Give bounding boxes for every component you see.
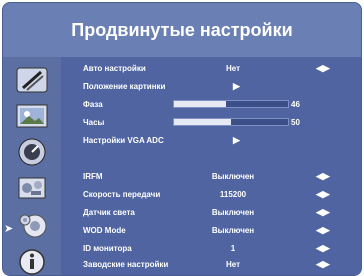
- phase-slider-fill: [174, 101, 227, 107]
- item-value: Выключен: [211, 172, 255, 181]
- item-label: IRFM: [83, 172, 103, 181]
- dial-icon[interactable]: [11, 135, 53, 169]
- sidebar: ➤: [3, 57, 62, 275]
- left-right-arrows-icon[interactable]: ◀▶: [316, 171, 330, 182]
- left-right-arrows-icon[interactable]: ◀▶: [316, 259, 330, 270]
- item-value: 1: [230, 244, 236, 253]
- item-label: Скорость передачи: [83, 190, 161, 199]
- menu-item-factory-reset[interactable]: Заводские настройки Нет ◀▶: [61, 256, 361, 273]
- phase-slider[interactable]: [173, 100, 289, 108]
- settings-icon[interactable]: [11, 171, 53, 205]
- item-value: Нет: [225, 64, 241, 73]
- info-icon[interactable]: [11, 245, 53, 275]
- item-label: Положение картинки: [83, 82, 166, 91]
- menu-item-image-position[interactable]: Положение картинки ▶: [61, 78, 361, 95]
- submenu-arrow-icon[interactable]: ▶: [233, 81, 240, 92]
- item-value: Выключен: [211, 208, 255, 217]
- item-label: ID монитора: [83, 244, 132, 253]
- item-label: WOD Mode: [83, 226, 126, 235]
- left-right-arrows-icon[interactable]: ◀▶: [316, 189, 330, 200]
- item-label: Фаза: [83, 100, 103, 109]
- menu-item-clock[interactable]: Часы 50: [61, 114, 361, 131]
- item-value: Выключен: [211, 226, 255, 235]
- menu-item-phase[interactable]: Фаза 46: [61, 96, 361, 113]
- osd-menu: Продвинутые настройки ➤ Авто настройки Н…: [2, 2, 362, 276]
- item-value: 50: [291, 118, 300, 127]
- menu-item-wod-mode[interactable]: WOD Mode Выключен ◀▶: [61, 222, 361, 239]
- item-value: Нет: [225, 260, 241, 269]
- menu-item-disabled: [61, 150, 361, 167]
- left-right-arrows-icon[interactable]: ◀▶: [316, 225, 330, 236]
- menu-item-light-sensor[interactable]: Датчик света Выключен ◀▶: [61, 204, 361, 221]
- menu-item-baud-rate[interactable]: Скорость передачи 115200 ◀▶: [61, 186, 361, 203]
- item-label: Датчик света: [83, 208, 135, 217]
- menu-item-monitor-id[interactable]: ID монитора 1 ◀▶: [61, 240, 361, 257]
- item-value: 115200: [219, 190, 247, 199]
- settings-panel: Авто настройки Нет ◀▶ Положение картинки…: [61, 57, 361, 275]
- advanced-gear-icon[interactable]: [11, 209, 53, 243]
- menu-item-auto-adjust[interactable]: Авто настройки Нет ◀▶: [61, 60, 361, 77]
- menu-title: Продвинутые настройки: [71, 19, 293, 40]
- item-label: Заводские настройки: [83, 260, 169, 269]
- left-right-arrows-icon[interactable]: ◀▶: [316, 243, 330, 254]
- menu-item-vga-adc[interactable]: Настройки VGA ADC ▶: [61, 132, 361, 149]
- item-label: Настройки VGA ADC: [83, 136, 164, 145]
- left-right-arrows-icon[interactable]: ◀▶: [316, 207, 330, 218]
- submenu-arrow-icon[interactable]: ▶: [233, 135, 240, 146]
- clock-slider[interactable]: [173, 118, 289, 126]
- item-label: Часы: [83, 118, 105, 127]
- left-right-arrows-icon[interactable]: ◀▶: [316, 63, 330, 74]
- picture-icon[interactable]: [11, 99, 53, 133]
- item-value: 46: [291, 100, 300, 109]
- item-label: Авто настройки: [83, 64, 146, 73]
- menu-item-irfm[interactable]: IRFM Выключен ◀▶: [61, 168, 361, 185]
- clock-slider-fill: [174, 119, 231, 125]
- pen-icon[interactable]: [11, 63, 53, 97]
